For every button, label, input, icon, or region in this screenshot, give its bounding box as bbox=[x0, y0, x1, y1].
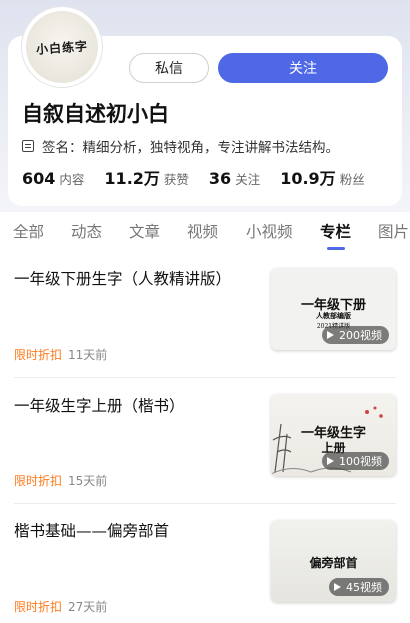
stat-value: 604 bbox=[22, 169, 56, 188]
stat-value: 10.9万 bbox=[280, 169, 336, 188]
item-meta: 限时折扣 27天前 bbox=[14, 598, 107, 615]
play-icon bbox=[334, 583, 341, 591]
item-thumbnail[interactable]: 一年级生字 上册 100视频 bbox=[271, 394, 396, 476]
thumb-title: 偏旁部首 bbox=[309, 556, 358, 570]
tab-images[interactable]: 图片 bbox=[378, 220, 409, 242]
note-icon bbox=[22, 140, 34, 152]
stat-followers[interactable]: 10.9万 粉丝 bbox=[280, 165, 365, 189]
play-icon bbox=[327, 457, 334, 465]
discount-badge: 限时折扣 bbox=[14, 600, 63, 614]
discount-badge: 限时折扣 bbox=[14, 474, 63, 488]
divider bbox=[14, 503, 396, 504]
stats-row: 604 内容 11.2万 获赞 36 关注 10.9万 粉丝 bbox=[22, 165, 385, 189]
video-count-badge: 100视频 bbox=[322, 452, 389, 470]
stat-label: 内容 bbox=[59, 172, 85, 187]
tab-all[interactable]: 全部 bbox=[13, 220, 44, 242]
stat-posts[interactable]: 604 内容 bbox=[22, 169, 84, 188]
message-button[interactable]: 私信 bbox=[129, 53, 209, 83]
signature-row: 签名：精细分析，独特视角，专注讲解书法结构。 bbox=[22, 136, 339, 156]
item-thumbnail[interactable]: 一年级下册 人教部编版 2021精讲版 200视频 bbox=[271, 268, 396, 350]
item-date: 27天前 bbox=[68, 600, 108, 614]
avatar-logo-text: 小白练字 bbox=[35, 38, 89, 57]
tab-short-videos[interactable]: 小视频 bbox=[246, 220, 293, 242]
stat-likes[interactable]: 11.2万 获赞 bbox=[104, 165, 189, 189]
video-count-badge: 45视频 bbox=[329, 578, 389, 596]
tab-videos[interactable]: 视频 bbox=[187, 220, 218, 242]
play-icon bbox=[327, 331, 334, 339]
divider bbox=[14, 377, 396, 378]
active-tab-indicator bbox=[327, 247, 345, 250]
item-meta: 限时折扣 11天前 bbox=[14, 346, 107, 363]
video-count: 200视频 bbox=[339, 329, 382, 342]
item-title: 楷书基础——偏旁部首 bbox=[14, 522, 170, 540]
video-count-badge: 200视频 bbox=[322, 326, 389, 344]
stat-value: 11.2万 bbox=[104, 169, 160, 188]
item-meta: 限时折扣 15天前 bbox=[14, 472, 107, 489]
stat-value: 36 bbox=[208, 169, 232, 188]
video-count: 100视频 bbox=[339, 455, 382, 468]
item-title: 一年级下册生字（人教精讲版） bbox=[14, 270, 232, 288]
tab-articles[interactable]: 文章 bbox=[129, 220, 160, 242]
stat-label: 获赞 bbox=[163, 172, 189, 187]
item-date: 15天前 bbox=[68, 474, 108, 488]
item-thumbnail[interactable]: 偏旁部首 45视频 bbox=[271, 520, 396, 602]
stat-following[interactable]: 36 关注 bbox=[209, 169, 260, 188]
username: 自叙自述初小白 bbox=[22, 102, 169, 126]
signature-text: 签名：精细分析，独特视角，专注讲解书法结构。 bbox=[42, 140, 339, 156]
avatar[interactable]: 小白练字 bbox=[26, 11, 98, 83]
follow-button[interactable]: 关注 bbox=[218, 53, 388, 83]
stat-label: 粉丝 bbox=[339, 172, 365, 187]
thumb-subtitle: 人教部编版 bbox=[316, 311, 351, 320]
tab-dynamic[interactable]: 动态 bbox=[71, 220, 102, 242]
stat-label: 关注 bbox=[235, 172, 261, 187]
discount-badge: 限时折扣 bbox=[14, 348, 63, 362]
item-title: 一年级生字上册（楷书） bbox=[14, 397, 185, 415]
tab-columns[interactable]: 专栏 bbox=[320, 220, 351, 242]
video-count: 45视频 bbox=[346, 581, 382, 594]
item-date: 11天前 bbox=[68, 348, 108, 362]
